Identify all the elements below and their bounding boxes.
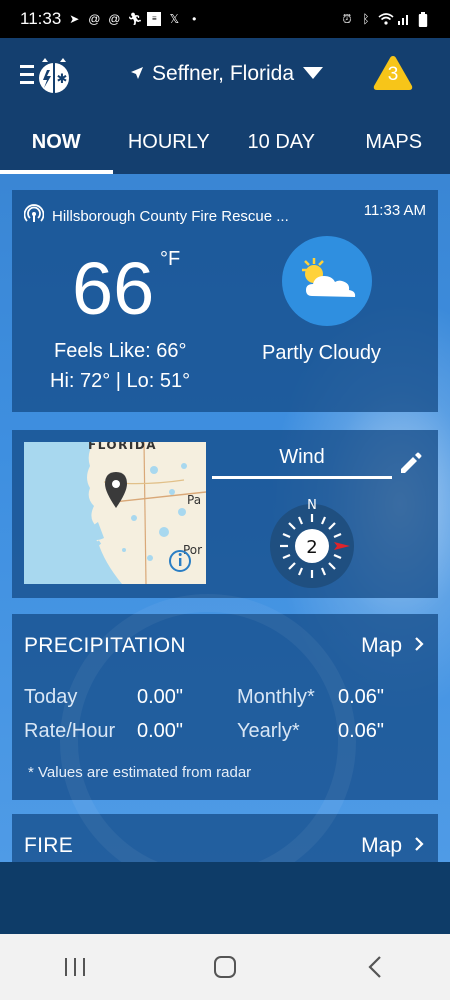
tab-10-day[interactable]: 10 DAY: [225, 110, 338, 174]
wind-tab-underline: [212, 476, 392, 479]
bluetooth-icon: ᛒ: [362, 12, 370, 26]
system-nav-bar: [0, 934, 450, 1000]
telegram-icon: ➤: [69, 12, 80, 26]
battery-icon: [416, 12, 430, 27]
precip-label-rate: Rate/Hour: [24, 720, 116, 742]
feels-like: Feels Like: 66°: [54, 340, 187, 362]
tab-bar: NOW HOURLY 10 DAY MAPS: [0, 110, 450, 174]
mini-map[interactable]: FLORIDA Pa Por: [24, 442, 206, 584]
station-name: Hillsborough County Fire Rescue ...: [52, 207, 289, 225]
news-icon: ≡: [147, 12, 162, 26]
precipitation-card[interactable]: PRECIPITATION Map Today 0.00" Monthly* 0…: [12, 614, 438, 800]
recent-apps-icon: [65, 958, 85, 976]
chevron-right-icon: [414, 634, 424, 658]
x-icon: 𝕏: [169, 12, 180, 26]
threads-icon: @: [88, 12, 101, 26]
recent-apps-button[interactable]: [55, 947, 95, 987]
signal-icon: [397, 12, 411, 26]
fire-title: FIRE: [24, 834, 74, 857]
chevron-down-icon: [302, 62, 324, 86]
dot-icon: •: [192, 12, 197, 26]
threads-icon: @: [108, 12, 121, 26]
map-label-place2: Por: [183, 543, 202, 557]
map-label-state: FLORIDA: [88, 442, 157, 452]
tab-hourly[interactable]: HOURLY: [113, 110, 226, 174]
home-button[interactable]: [205, 947, 245, 987]
precip-value-yearly: 0.06": [338, 720, 385, 742]
condition-text: Partly Cloudy: [262, 342, 381, 364]
observation-time: 11:33 AM: [363, 202, 426, 219]
status-time: 11:33: [20, 9, 62, 28]
current-temperature: 66: [72, 247, 155, 330]
alarm-icon: ⏰︎: [342, 12, 352, 26]
back-button[interactable]: [355, 947, 395, 987]
precipitation-title: PRECIPITATION: [24, 634, 186, 657]
precip-label-yearly: Yearly*: [237, 720, 300, 742]
menu-logo-icon[interactable]: ✱: [20, 56, 72, 93]
alert-count: 3: [387, 64, 399, 85]
map-label-place1: Pa: [187, 493, 201, 507]
location-name: Seffner, Florida: [152, 62, 295, 85]
precip-value-rate: 0.00": [137, 720, 184, 742]
wind-speed: 2: [306, 537, 317, 558]
edit-icon[interactable]: [398, 450, 424, 476]
fire-map-link[interactable]: Map: [361, 834, 424, 858]
content-area[interactable]: Hillsborough County Fire Rescue ... 11:3…: [0, 174, 450, 862]
fire-card[interactable]: FIRE Map: [12, 814, 438, 862]
wind-title[interactable]: Wind: [212, 446, 392, 469]
tab-maps[interactable]: MAPS: [338, 110, 450, 174]
station-source[interactable]: Hillsborough County Fire Rescue ...: [23, 204, 289, 228]
location-arrow-icon: [130, 62, 144, 86]
app-header: ✱ Seffner, Florida 3: [0, 38, 450, 110]
wifi-icon: [378, 12, 394, 26]
precip-footnote: * Values are estimated from radar: [28, 764, 252, 781]
partly-cloudy-icon: [282, 236, 372, 326]
tab-now[interactable]: NOW: [0, 110, 113, 174]
precip-label-monthly: Monthly*: [237, 686, 315, 708]
home-icon: [214, 956, 236, 978]
chevron-right-icon: [414, 834, 424, 858]
wind-compass: N 2: [268, 498, 356, 590]
broadcast-icon: [23, 204, 45, 228]
location-selector[interactable]: Seffner, Florida: [130, 62, 324, 86]
alerts-button[interactable]: 3: [372, 54, 414, 92]
hi-lo: Hi: 72° | Lo: 51°: [50, 370, 191, 392]
bottom-banner-area: [0, 862, 450, 934]
precip-value-today: 0.00": [137, 686, 184, 708]
temperature-unit: °F: [160, 248, 181, 270]
map-wind-card[interactable]: FLORIDA Pa Por Wind N 2: [12, 430, 438, 598]
status-bar: 11:33 ➤ @ @ 🏃︎ ≡ 𝕏 • ⏰︎ ᛒ: [0, 0, 450, 38]
precipitation-map-link[interactable]: Map: [361, 634, 424, 658]
precip-value-monthly: 0.06": [338, 686, 385, 708]
back-icon: [368, 956, 381, 978]
precip-label-today: Today: [24, 686, 78, 708]
running-icon: 🏃︎: [127, 12, 143, 26]
current-conditions-card[interactable]: Hillsborough County Fire Rescue ... 11:3…: [12, 190, 438, 412]
svg-text:✱: ✱: [57, 72, 68, 87]
compass-north-label: N: [307, 498, 317, 513]
